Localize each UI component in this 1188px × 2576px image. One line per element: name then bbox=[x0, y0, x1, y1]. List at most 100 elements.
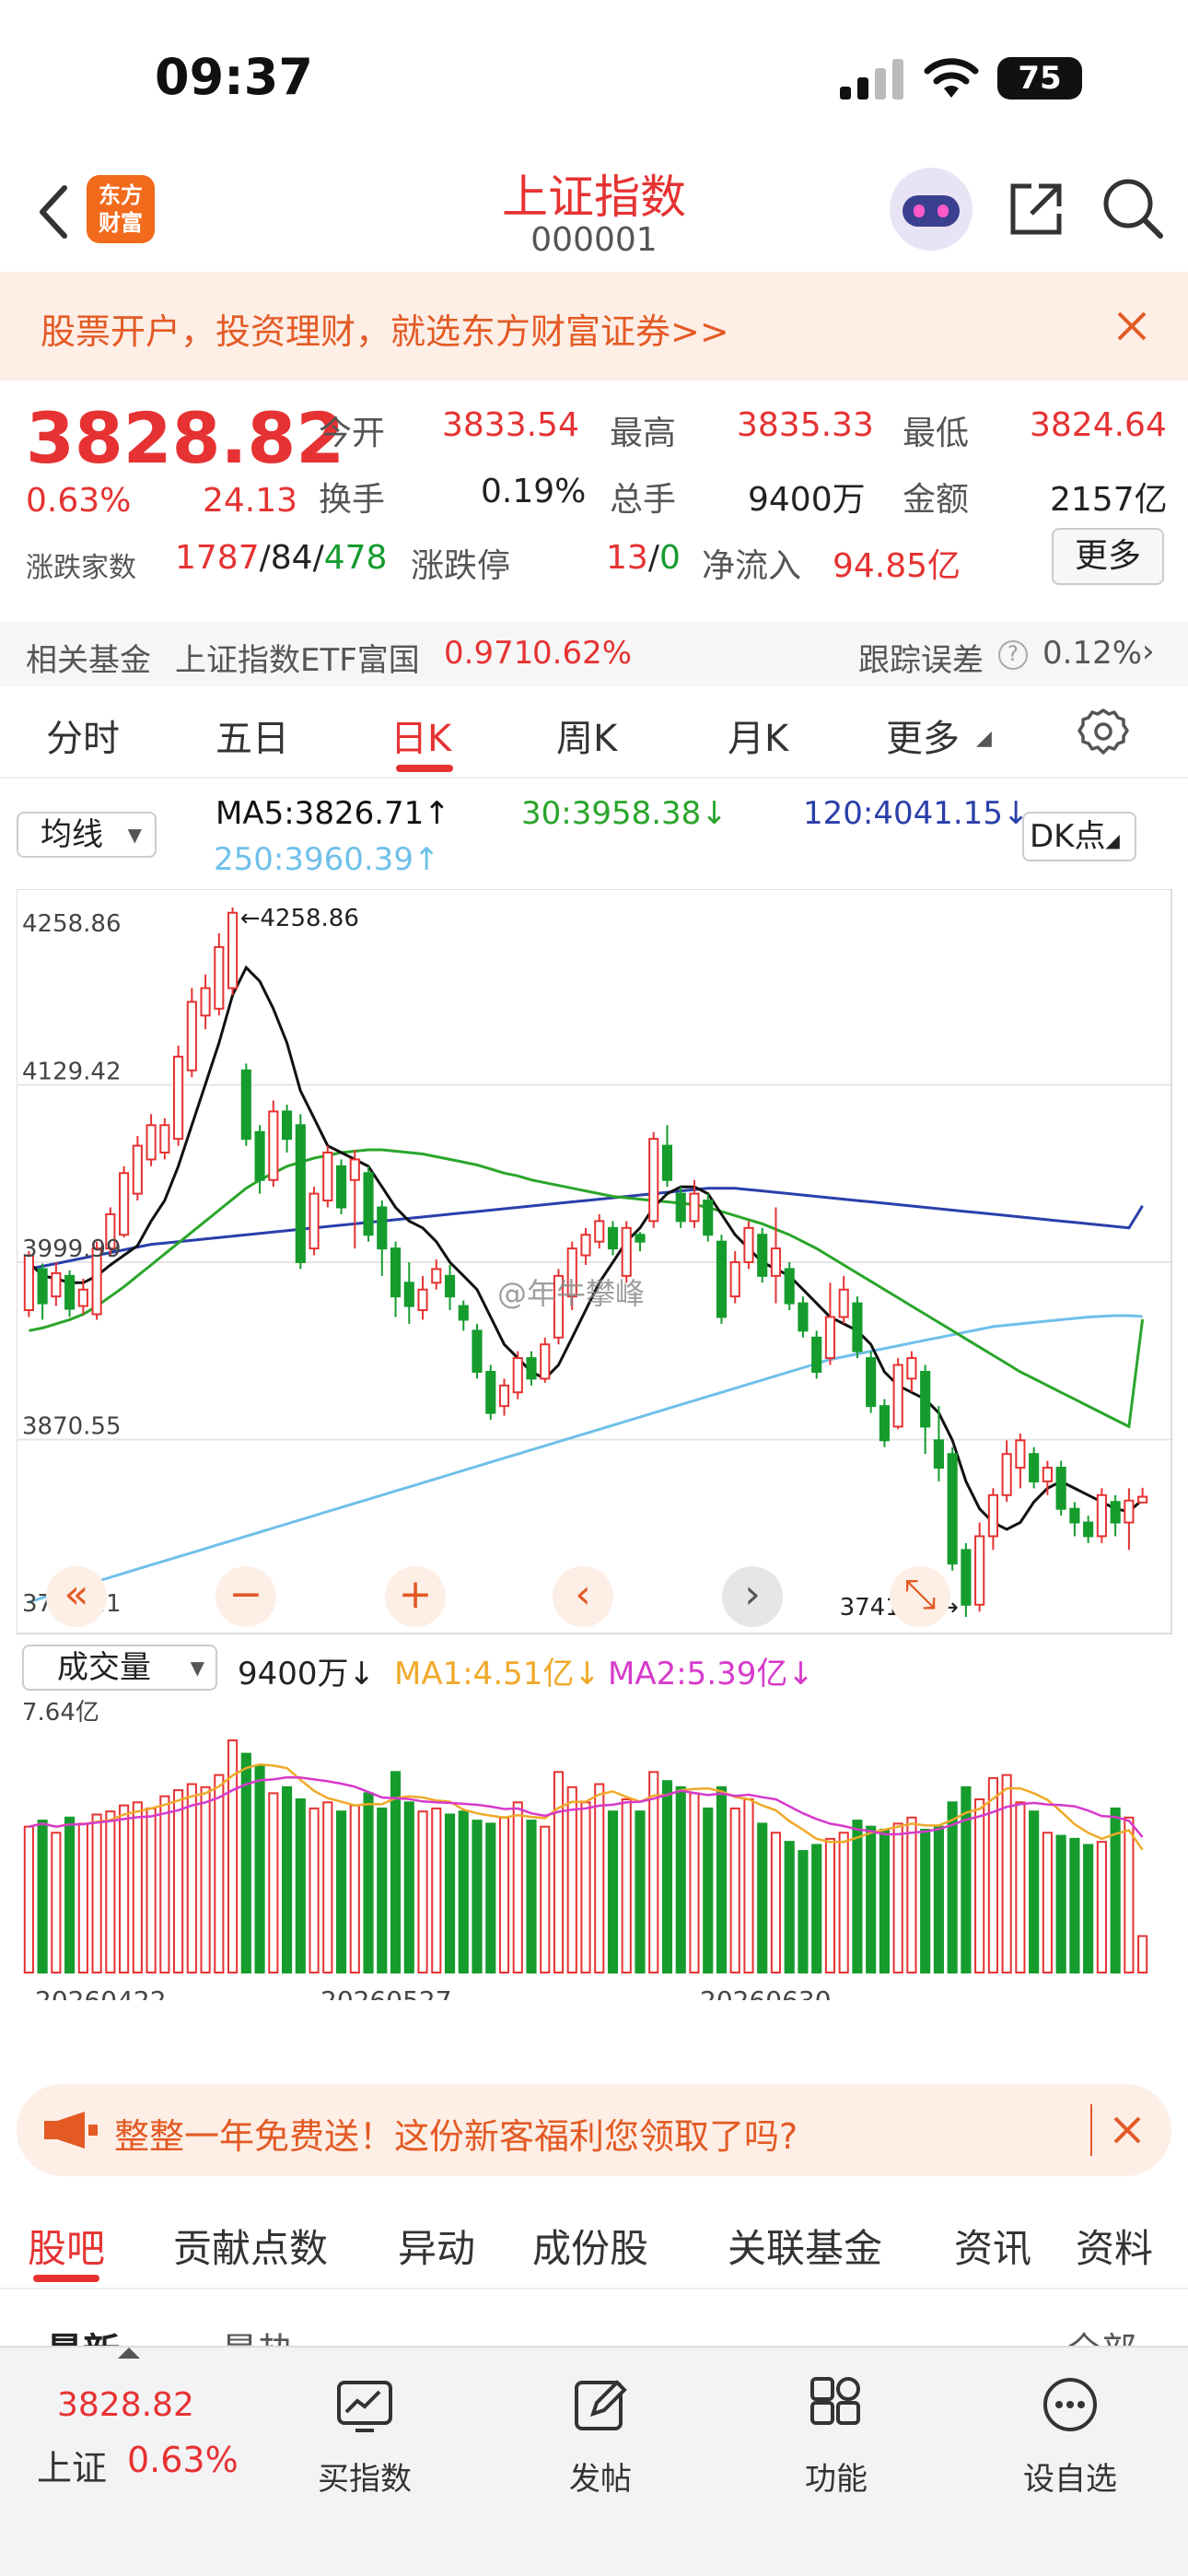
ma-select[interactable]: 均线 ▼ bbox=[17, 812, 157, 858]
scroll-first-button[interactable]: « bbox=[46, 1566, 107, 1627]
max-price-label: ←4258.86 bbox=[240, 905, 359, 932]
post-button[interactable]: 发帖 bbox=[508, 2375, 693, 2499]
volume-bar bbox=[335, 1810, 347, 1973]
tab-constituents[interactable]: 成份股 bbox=[532, 2218, 648, 2274]
close-icon[interactable] bbox=[1112, 2115, 1142, 2145]
candle-body bbox=[132, 1144, 143, 1195]
vol-ma2-legend: MA2:5.39亿↓ bbox=[608, 1656, 814, 1692]
candle-body bbox=[852, 1302, 863, 1352]
candle-body bbox=[349, 1158, 360, 1181]
candle-body bbox=[431, 1268, 442, 1284]
related-fund-label: 相关基金 bbox=[26, 642, 151, 679]
more-button[interactable]: 更多 bbox=[1052, 528, 1164, 585]
tab-weekly-k[interactable]: 周K bbox=[556, 708, 617, 762]
candle-body bbox=[458, 1305, 469, 1321]
subtab-latest[interactable]: 最新 bbox=[46, 2322, 120, 2346]
promo-text: 整整一年免费送！这份新客福利您领取了吗? bbox=[114, 2116, 798, 2157]
help-icon[interactable]: ? bbox=[998, 640, 1028, 670]
tab-more[interactable]: 更多 bbox=[886, 708, 960, 762]
buy-index-button[interactable]: 买指数 bbox=[273, 2375, 457, 2499]
volume-bar bbox=[1096, 1841, 1107, 1973]
watermark: @年牛攀峰 bbox=[497, 1276, 646, 1311]
edit-icon bbox=[575, 2380, 627, 2430]
candle-body bbox=[621, 1226, 632, 1277]
dk-point-button[interactable]: DK点◢ bbox=[1022, 812, 1136, 861]
tab-five-day[interactable]: 五日 bbox=[215, 708, 289, 762]
caret-up-icon bbox=[118, 2348, 140, 2359]
footer-index-name[interactable]: 上证 bbox=[37, 2440, 107, 2490]
volume-bar bbox=[281, 1786, 293, 1974]
volume-select[interactable]: 成交量 ▼ bbox=[22, 1645, 217, 1691]
related-fund-row[interactable]: 相关基金 上证指数ETF富国 0.971 0.62% 跟踪误差 ? 0.12% … bbox=[0, 622, 1188, 686]
volume-chart[interactable]: 7.64亿 20260422 20260527 20260630 bbox=[17, 1696, 1173, 2000]
candle-body bbox=[1001, 1453, 1012, 1496]
volume-bar bbox=[295, 1797, 306, 1973]
tab-news[interactable]: 资讯 bbox=[954, 2218, 1031, 2274]
tab-monthly-k[interactable]: 月K bbox=[728, 708, 788, 762]
scroll-left-button[interactable]: ‹ bbox=[553, 1566, 613, 1627]
volume-bar bbox=[512, 1801, 523, 1973]
volume-bar bbox=[933, 1825, 944, 1973]
high-label: 最高 bbox=[610, 415, 677, 452]
candle-body bbox=[23, 1254, 34, 1312]
volume-bar bbox=[64, 1816, 76, 1973]
search-icon[interactable] bbox=[1100, 175, 1166, 241]
account-banner[interactable]: 股票开户，投资理财，就选东方财富证券>> bbox=[0, 272, 1188, 381]
candle-body bbox=[920, 1370, 931, 1428]
vol-ma1-legend: MA1:4.51亿↓ bbox=[394, 1656, 600, 1692]
candle-body bbox=[648, 1138, 659, 1223]
candle-body bbox=[77, 1288, 88, 1307]
subtab-hot[interactable]: 最热 bbox=[221, 2322, 295, 2346]
candle-body bbox=[335, 1165, 347, 1209]
zoom-out-button[interactable]: − bbox=[215, 1566, 276, 1627]
robot-assistant-icon[interactable] bbox=[890, 168, 973, 251]
volume-bar bbox=[675, 1786, 686, 1974]
tab-related-funds[interactable]: 关联基金 bbox=[728, 2218, 882, 2274]
kline-chart[interactable]: 4258.864129.423999.993870.553741.11←4258… bbox=[17, 889, 1173, 1635]
volume-bar bbox=[458, 1810, 469, 1973]
tab-movement[interactable]: 异动 bbox=[398, 2218, 475, 2274]
volume-legend: 9400万↓ bbox=[238, 1656, 376, 1692]
zoom-in-button[interactable]: + bbox=[385, 1566, 446, 1627]
functions-button[interactable]: 功能 bbox=[744, 2375, 928, 2499]
quote-panel: 3828.82 0.63% 24.13 今开 3833.54 最高 3835.3… bbox=[0, 381, 1188, 622]
candle-body bbox=[798, 1302, 809, 1332]
turnover-label: 换手 bbox=[319, 481, 386, 519]
candle-body bbox=[784, 1268, 795, 1305]
candle-body bbox=[770, 1247, 782, 1277]
promo-divider bbox=[1090, 2104, 1092, 2156]
promo-banner[interactable]: 整整一年免费送！这份新客福利您领取了吗? bbox=[17, 2084, 1171, 2176]
candle-body bbox=[811, 1336, 822, 1373]
close-icon[interactable] bbox=[1116, 310, 1147, 342]
volume-bar bbox=[349, 1804, 360, 1974]
volume-bar bbox=[214, 1774, 225, 1973]
candle-body bbox=[1124, 1499, 1135, 1524]
breadth-values: 1787/84/478 bbox=[175, 539, 388, 577]
fullscreen-button[interactable]: ⤡ bbox=[890, 1566, 950, 1627]
volume-bar bbox=[974, 1797, 985, 1973]
tab-profile[interactable]: 资料 bbox=[1076, 2218, 1153, 2274]
scroll-right-button[interactable]: › bbox=[722, 1566, 783, 1627]
volume-bar bbox=[1083, 1844, 1094, 1973]
grid-icon bbox=[810, 2377, 860, 2425]
tab-intraday[interactable]: 分时 bbox=[46, 708, 120, 762]
volume-bar bbox=[798, 1850, 809, 1973]
gear-icon[interactable] bbox=[1077, 707, 1129, 758]
candle-body bbox=[757, 1234, 768, 1277]
tab-guba[interactable]: 股吧 bbox=[28, 2218, 105, 2274]
candle-body bbox=[947, 1453, 958, 1565]
share-icon[interactable] bbox=[1006, 179, 1066, 240]
tab-contribution[interactable]: 贡献点数 bbox=[173, 2218, 328, 2274]
volume-bar bbox=[607, 1810, 619, 1973]
volume-bar bbox=[703, 1807, 714, 1974]
volume-bar bbox=[1042, 1832, 1053, 1973]
subtab-all[interactable]: 全部 bbox=[1066, 2322, 1136, 2346]
tab-daily-k[interactable]: 日K bbox=[390, 708, 451, 762]
candle-body bbox=[309, 1192, 320, 1250]
status-bar: 09:37 75 bbox=[0, 0, 1188, 157]
open-value: 3833.54 bbox=[442, 406, 579, 444]
status-time: 09:37 bbox=[155, 48, 313, 106]
add-watchlist-button[interactable]: 设自选 bbox=[978, 2375, 1162, 2499]
ma120-legend: 120:4041.15↓ bbox=[803, 795, 1030, 832]
volume-bar bbox=[37, 1820, 48, 1973]
